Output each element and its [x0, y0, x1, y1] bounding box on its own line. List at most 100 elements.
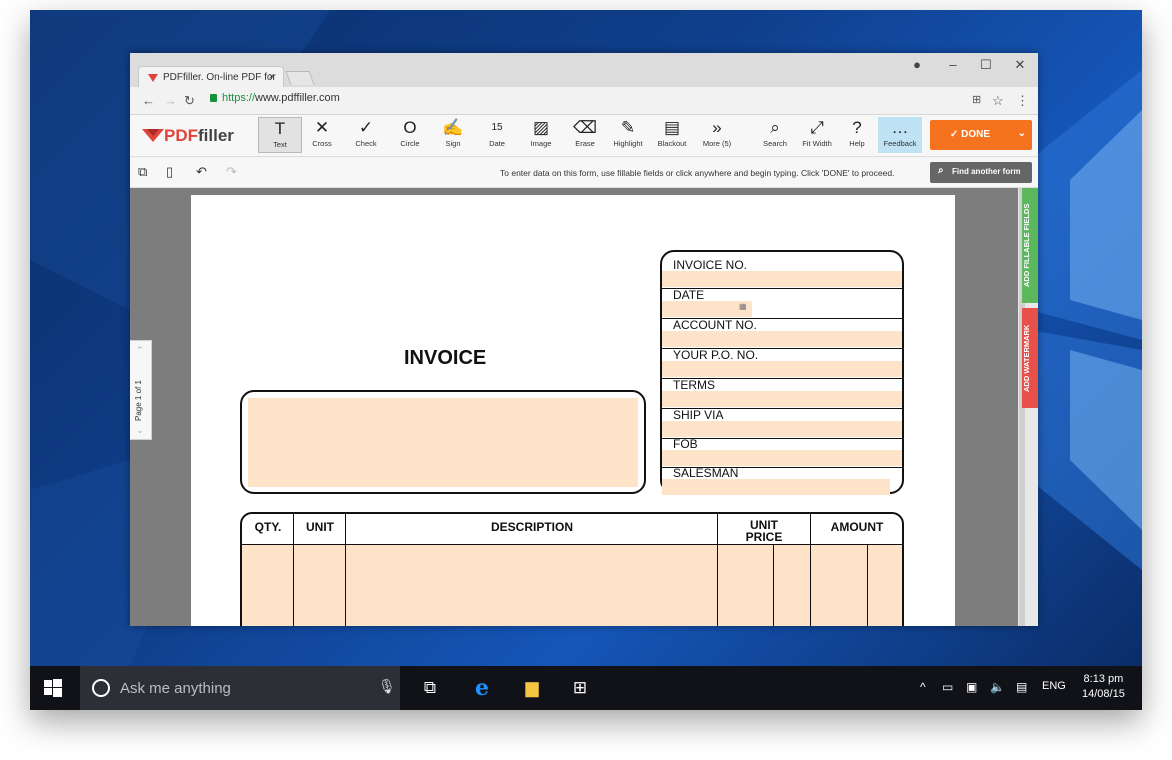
detail-label: ACCOUNT NO.	[673, 318, 757, 332]
tool-blackout-button[interactable]: ▤ Blackout	[650, 117, 694, 153]
translate-icon[interactable]: ⊞	[972, 93, 981, 106]
chevron-down-icon[interactable]: ⌄	[136, 425, 144, 436]
add-fillable-fields-tab[interactable]: ADD FILLABLE FIELDS	[1022, 188, 1038, 303]
battery-icon[interactable]: ▭	[942, 680, 953, 694]
url-host: www.pdffiller.com	[255, 92, 340, 104]
find-another-form-button[interactable]: ⌕ Find another form	[930, 162, 1032, 183]
logo-pdf-text: PDF	[164, 126, 198, 145]
undo-icon[interactable]: ↶	[196, 164, 207, 180]
fit-width-icon: ⤢	[810, 118, 824, 137]
cortana-search-box[interactable]: Ask me anything 🎙	[80, 666, 400, 710]
document-viewport: INVOICE INVOICE NO. DATE ACCOUNT NO. YOUR P…	[130, 188, 1038, 626]
tool-search-button[interactable]: ⌕ Search	[753, 117, 797, 153]
chevron-up-icon[interactable]: ⌃	[136, 345, 144, 356]
add-fillable-fields-label: ADD FILLABLE FIELDS	[1022, 203, 1031, 288]
page-indicator: Page 1 of 1	[134, 380, 143, 421]
chevron-down-icon[interactable]: ⌄	[1018, 128, 1026, 139]
action-center-icon[interactable]: ▤	[1016, 680, 1027, 694]
detail-input-field[interactable]	[662, 479, 890, 495]
done-label: ✓ DONE	[950, 129, 991, 140]
back-arrow-icon[interactable]: ←	[142, 93, 155, 108]
tool-label: Help	[849, 139, 865, 148]
tab-close-icon[interactable]: ×	[269, 71, 275, 83]
circle-icon: O	[403, 118, 417, 137]
calendar-icon[interactable]: ▦	[739, 302, 747, 311]
detail-label: SALESMAN	[673, 466, 739, 480]
tool-fit-width-button[interactable]: ⤢ Fit Width	[795, 117, 839, 153]
done-button[interactable]: ✓ DONE ⌄	[930, 120, 1032, 150]
detail-input-field[interactable]	[662, 271, 902, 287]
col-divider	[717, 512, 718, 626]
task-view-icon[interactable]: ⧉	[418, 676, 442, 700]
document-settings-icon[interactable]: ▯	[166, 164, 173, 180]
redo-icon[interactable]: ↷	[226, 164, 237, 180]
tool-check-button[interactable]: ✓ Check	[344, 117, 388, 153]
tool-erase-button[interactable]: ⌫ Erase	[563, 117, 607, 153]
bill-to-field[interactable]	[248, 398, 638, 487]
check-icon: ✓	[358, 118, 374, 137]
col-header-unit-price: UNIT PRICE	[745, 518, 783, 544]
tool-highlight-button[interactable]: ✎ Highlight	[606, 117, 650, 153]
pdf-page[interactable]: INVOICE INVOICE NO. DATE ACCOUNT NO. YOUR P…	[191, 195, 955, 626]
detail-input-field[interactable]	[662, 421, 902, 437]
col-header-amount: AMOUNT	[830, 520, 884, 534]
url-field[interactable]: https://www.pdffiller.com	[222, 92, 340, 104]
done-text: DONE	[961, 129, 991, 140]
items-field[interactable]	[242, 545, 902, 626]
maximize-button[interactable]: ☐	[971, 57, 1001, 73]
text-icon: T	[274, 119, 286, 138]
tool-feedback-button[interactable]: … Feedback	[878, 117, 922, 153]
pages-icon[interactable]: ⧉	[138, 164, 147, 180]
more-icon: »	[712, 118, 722, 137]
detail-input-field[interactable]	[662, 450, 902, 466]
tool-label: Erase	[575, 139, 595, 148]
tool-label: More (5)	[702, 139, 732, 148]
close-window-button[interactable]: ✕	[1005, 57, 1035, 73]
lock-icon	[210, 94, 217, 102]
tool-text-button[interactable]: T Text	[258, 117, 302, 153]
add-watermark-label: ADD WATERMARK	[1022, 324, 1031, 392]
store-icon[interactable]: ⊞	[568, 676, 592, 700]
tool-help-button[interactable]: ? Help	[835, 117, 879, 153]
tool-cross-button[interactable]: ✕ Cross	[300, 117, 344, 153]
profile-icon[interactable]: ●	[902, 57, 932, 72]
edge-browser-icon[interactable]: e	[470, 676, 494, 700]
desktop: PDFfiller. On-line PDF for × ● – ☐ ✕ ← →…	[30, 10, 1142, 710]
menu-dots-icon[interactable]: ⋮	[1016, 93, 1029, 109]
tool-image-button[interactable]: ▨ Image	[519, 117, 563, 153]
reload-icon[interactable]: ↻	[184, 93, 195, 109]
date-icon: 15	[491, 122, 503, 133]
network-icon[interactable]: ▣	[966, 680, 977, 694]
detail-label: INVOICE NO.	[673, 258, 748, 272]
volume-icon[interactable]: 🔈	[990, 680, 1005, 694]
col-divider	[293, 512, 294, 626]
file-explorer-icon[interactable]: ▆	[520, 676, 544, 700]
language-indicator[interactable]: ENG	[1042, 680, 1066, 692]
show-hidden-icons-icon[interactable]: ^	[920, 680, 926, 694]
detail-input-field[interactable]	[662, 361, 902, 377]
right-sidebar: ADD FILLABLE FIELDS ADD WATERMARK	[1018, 188, 1038, 626]
tool-more-button[interactable]: » More (5)	[695, 117, 739, 153]
forward-arrow-icon[interactable]: →	[164, 93, 177, 108]
detail-divider	[662, 438, 902, 439]
taskbar: Ask me anything 🎙 ⧉ e ▆ ⊞ ^ ▭ ▣ 🔈 ▤ ENG …	[30, 666, 1142, 710]
new-tab-button[interactable]	[285, 71, 315, 85]
bookmark-star-icon[interactable]: ☆	[992, 93, 1004, 109]
search-placeholder: Ask me anything	[120, 680, 231, 697]
clock-date: 14/08/15	[1082, 688, 1125, 700]
tool-sign-button[interactable]: ✍ Sign	[431, 117, 475, 153]
clock-time: 8:13 pm	[1083, 673, 1124, 685]
browser-tab[interactable]: PDFfiller. On-line PDF for ×	[138, 66, 284, 88]
system-clock[interactable]: 8:13 pm 14/08/15	[1082, 672, 1125, 702]
tool-circle-button[interactable]: O Circle	[388, 117, 432, 153]
minimize-button[interactable]: –	[938, 57, 968, 72]
detail-input-field[interactable]	[662, 391, 902, 407]
add-watermark-tab[interactable]: ADD WATERMARK	[1022, 308, 1038, 408]
help-icon: ?	[852, 118, 862, 137]
tool-date-button[interactable]: 15 Date	[475, 117, 519, 153]
blackout-icon: ▤	[663, 118, 681, 137]
detail-input-field[interactable]	[662, 331, 902, 347]
microphone-icon[interactable]: 🎙	[378, 678, 396, 695]
windows-start-icon[interactable]	[44, 679, 62, 697]
tool-label: Feedback	[883, 139, 917, 148]
